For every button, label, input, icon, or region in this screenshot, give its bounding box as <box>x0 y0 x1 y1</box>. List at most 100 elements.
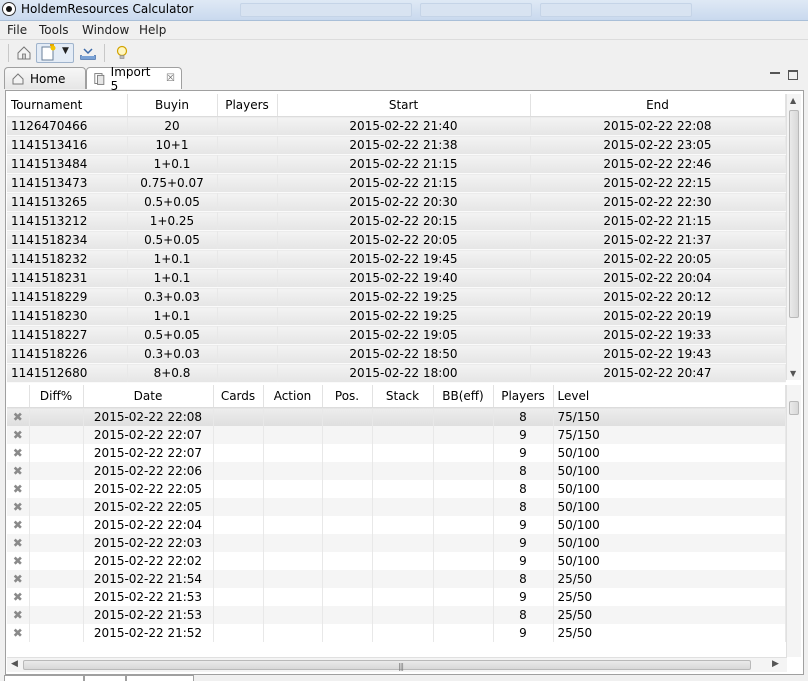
column-header-stack[interactable]: Stack <box>372 385 434 408</box>
pos-cell <box>322 462 373 480</box>
table-row[interactable]: ✖ 2015-02-22 22:04 9 50/100 <box>7 516 786 534</box>
table-row[interactable]: 1141513484 1+0.1 2015-02-22 21:15 2015-02-2… <box>7 154 786 174</box>
table-row[interactable]: ✖ 2015-02-22 22:08 8 75/150 <box>7 407 786 426</box>
table-row[interactable]: ✖ 2015-02-22 22:07 9 75/150 <box>7 426 786 444</box>
table-row[interactable]: ✖ 2015-02-22 21:53 8 25/50 <box>7 606 786 624</box>
menu-tools[interactable]: Tools <box>39 23 69 37</box>
home-toolbar-button[interactable] <box>14 43 34 63</box>
minimize-view-button[interactable] <box>770 72 780 74</box>
table-row[interactable]: ✖ 2015-02-22 21:54 8 25/50 <box>7 570 786 588</box>
column-header-cards[interactable]: Cards <box>213 385 264 408</box>
players-cell: 8 <box>493 606 554 624</box>
table-row[interactable]: 1141518234 0.5+0.05 2015-02-22 20:05 2015-0… <box>7 230 786 250</box>
start-cell: 2015-02-22 20:05 <box>277 230 531 250</box>
remove-hand-icon[interactable]: ✖ <box>13 483 23 495</box>
diff-cell <box>29 498 84 516</box>
bottom-tab-tournaments[interactable] <box>4 675 84 681</box>
tab-import-5[interactable]: Import 5 ☒ <box>86 65 182 93</box>
buyin-cell: 0.5+0.05 <box>127 325 218 345</box>
table-row[interactable]: 1141518227 0.5+0.05 2015-02-22 19:05 2015-0… <box>7 325 786 345</box>
bb-eff-cell <box>433 606 494 624</box>
menu-file[interactable]: File <box>7 23 27 37</box>
column-header-end[interactable]: End <box>530 94 786 117</box>
close-icon[interactable]: ☒ <box>166 73 175 84</box>
start-cell: 2015-02-22 20:30 <box>277 192 531 212</box>
import-toolbar-button[interactable] <box>78 43 98 63</box>
column-header-players[interactable]: Players <box>493 385 554 408</box>
background-taskbar-tabs <box>240 3 692 17</box>
scrollbar-thumb[interactable]: ||| <box>23 660 751 671</box>
scroll-right-arrow-icon[interactable]: ▶ <box>772 659 779 669</box>
tips-toolbar-button[interactable] <box>112 43 132 63</box>
table-row[interactable]: ✖ 2015-02-22 22:06 8 50/100 <box>7 462 786 480</box>
table-row[interactable]: ✖ 2015-02-22 22:02 9 50/100 <box>7 552 786 570</box>
table-row[interactable]: 1141518231 1+0.1 2015-02-22 19:40 2015-02-2… <box>7 268 786 288</box>
table-row[interactable]: ✖ 2015-02-22 22:07 9 50/100 <box>7 444 786 462</box>
tab-label: Home <box>30 71 66 86</box>
table-row[interactable]: 1141513265 0.5+0.05 2015-02-22 20:30 2015-0… <box>7 192 786 212</box>
remove-hand-icon[interactable]: ✖ <box>13 519 23 531</box>
column-header-level[interactable]: Level <box>553 385 786 408</box>
table-row[interactable]: 1141513416 10+1 2015-02-22 21:38 2015-02-22… <box>7 135 786 155</box>
remove-hand-icon[interactable]: ✖ <box>13 411 23 423</box>
table-row[interactable]: ✖ 2015-02-22 22:05 8 50/100 <box>7 498 786 516</box>
scroll-up-arrow-icon[interactable]: ▲ <box>790 96 796 105</box>
end-cell: 2015-02-22 20:19 <box>530 306 786 326</box>
table-row[interactable]: 1141513212 1+0.25 2015-02-22 20:15 2015-02-… <box>7 211 786 231</box>
scrollbar-thumb[interactable] <box>789 401 799 415</box>
table-row[interactable]: ✖ 2015-02-22 22:05 8 50/100 <box>7 480 786 498</box>
players-cell: 9 <box>493 588 554 606</box>
scroll-down-arrow-icon[interactable]: ▼ <box>790 369 796 378</box>
hands-horizontal-scrollbar[interactable]: ◀ ||| ▶ <box>7 657 787 672</box>
column-header-diff[interactable]: Diff% <box>29 385 84 408</box>
bottom-tab-hands[interactable] <box>84 675 126 681</box>
remove-hand-icon[interactable]: ✖ <box>13 573 23 585</box>
table-row[interactable]: 1141512680 8+0.8 2015-02-22 18:00 2015-02-2… <box>7 363 786 383</box>
remove-hand-icon[interactable]: ✖ <box>13 555 23 567</box>
new-import-dropdown-button[interactable]: ▼ <box>36 43 74 63</box>
toolbar-separator <box>8 44 9 62</box>
action-cell <box>263 552 323 570</box>
players-cell <box>217 287 278 307</box>
cards-cell <box>213 606 264 624</box>
remove-hand-icon[interactable]: ✖ <box>13 609 23 621</box>
column-header-tournament[interactable]: Tournament <box>7 94 128 117</box>
menu-window[interactable]: Window <box>82 23 129 37</box>
remove-hand-icon[interactable]: ✖ <box>13 501 23 513</box>
remove-hand-icon[interactable]: ✖ <box>13 429 23 441</box>
column-header-buyin[interactable]: Buyin <box>127 94 218 117</box>
menu-help[interactable]: Help <box>139 23 166 37</box>
remove-hand-icon[interactable]: ✖ <box>13 591 23 603</box>
column-header-pos[interactable]: Pos. <box>322 385 373 408</box>
table-row[interactable]: 1141518232 1+0.1 2015-02-22 19:45 2015-02-2… <box>7 249 786 269</box>
table-row[interactable]: 1141518229 0.3+0.03 2015-02-22 19:25 2015-0… <box>7 287 786 307</box>
level-cell: 50/100 <box>553 516 786 534</box>
hands-vertical-scrollbar[interactable] <box>786 385 801 657</box>
tab-home[interactable]: Home <box>4 67 86 89</box>
pos-cell <box>322 498 373 516</box>
remove-hand-icon[interactable]: ✖ <box>13 627 23 639</box>
column-header-date[interactable]: Date <box>83 385 214 408</box>
column-header-bb-eff[interactable]: BB(eff) <box>433 385 494 408</box>
table-row[interactable]: 1126470466 20 2015-02-22 21:40 2015-02-22 2… <box>7 116 786 136</box>
maximize-view-button[interactable] <box>788 70 798 80</box>
remove-hand-icon[interactable]: ✖ <box>13 465 23 477</box>
remove-hand-icon[interactable]: ✖ <box>13 447 23 459</box>
scroll-left-arrow-icon[interactable]: ◀ <box>11 659 18 669</box>
table-row[interactable]: ✖ 2015-02-22 22:03 9 50/100 <box>7 534 786 552</box>
table-row[interactable]: 1141518230 1+0.1 2015-02-22 19:25 2015-02-2… <box>7 306 786 326</box>
diff-cell <box>29 552 84 570</box>
column-header-start[interactable]: Start <box>277 94 531 117</box>
end-cell: 2015-02-22 19:33 <box>530 325 786 345</box>
column-header-action[interactable]: Action <box>263 385 323 408</box>
tournaments-vertical-scrollbar[interactable]: ▲ ▼ <box>786 94 801 380</box>
column-header-players[interactable]: Players <box>217 94 278 117</box>
table-row[interactable]: 1141518226 0.3+0.03 2015-02-22 18:50 2015-0… <box>7 344 786 364</box>
bb-eff-cell <box>433 516 494 534</box>
remove-hand-icon[interactable]: ✖ <box>13 537 23 549</box>
bottom-tab-import-log[interactable] <box>126 675 194 681</box>
scrollbar-thumb[interactable] <box>789 110 799 318</box>
table-row[interactable]: ✖ 2015-02-22 21:52 9 25/50 <box>7 624 786 642</box>
table-row[interactable]: 1141513473 0.75+0.07 2015-02-22 21:15 2015-… <box>7 173 786 193</box>
table-row[interactable]: ✖ 2015-02-22 21:53 9 25/50 <box>7 588 786 606</box>
